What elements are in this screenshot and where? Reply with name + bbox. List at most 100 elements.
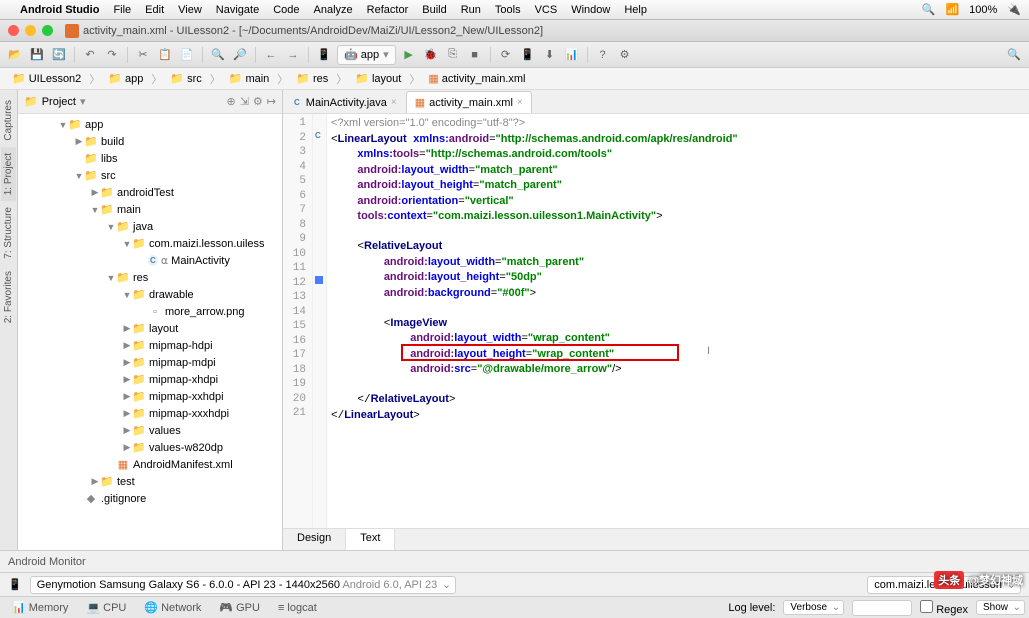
run-config-selector[interactable]: 🤖 app ▾ [337, 45, 396, 65]
tree-mipmap-mdpi[interactable]: ▶📁mipmap-mdpi [18, 354, 282, 371]
panel-title[interactable]: 📁Project▾ [24, 95, 226, 108]
tree-mipmap-hdpi[interactable]: ▶📁mipmap-hdpi [18, 337, 282, 354]
menu-code[interactable]: Code [273, 4, 299, 16]
tab-cpu[interactable]: 💻CPU [78, 599, 134, 616]
tree-manifest[interactable]: ▦AndroidManifest.xml [18, 456, 282, 473]
menu-run[interactable]: Run [461, 4, 481, 16]
menu-tools[interactable]: Tools [495, 4, 521, 16]
search-icon[interactable]: 🔍 [922, 3, 936, 16]
avd-manager-icon[interactable]: 📱 [519, 46, 537, 64]
menu-file[interactable]: File [113, 4, 131, 16]
crumb-layout[interactable]: 📁layout [349, 72, 407, 85]
debug-button[interactable]: 🐞 [422, 46, 440, 64]
tree-values[interactable]: ▶📁values [18, 422, 282, 439]
wifi-icon[interactable]: 📶 [945, 3, 959, 16]
crumb-main[interactable]: 📁main [223, 72, 276, 85]
close-icon[interactable]: × [391, 97, 397, 108]
tab-activity-main-xml[interactable]: ▦activity_main.xml× [406, 91, 532, 113]
settings-icon[interactable]: ⚙ [616, 46, 634, 64]
search-everywhere-icon[interactable]: 🔍 [1005, 46, 1023, 64]
close-icon[interactable]: × [517, 97, 523, 108]
menu-help[interactable]: Help [624, 4, 647, 16]
tree-drawable[interactable]: ▼📁drawable [18, 286, 282, 303]
hide-icon[interactable]: ↦ [267, 95, 276, 108]
stop-icon[interactable]: ■ [466, 46, 484, 64]
paste-icon[interactable]: 📄 [178, 46, 196, 64]
forward-icon[interactable]: → [284, 46, 302, 64]
ddms-icon[interactable]: 📊 [563, 46, 581, 64]
save-icon[interactable]: 💾 [28, 46, 46, 64]
tree-package[interactable]: ▼📁com.maizi.lesson.uiless [18, 235, 282, 252]
tab-captures[interactable]: Captures [1, 94, 16, 147]
regex-check[interactable]: Regex [920, 600, 968, 616]
open-icon[interactable]: 📂 [6, 46, 24, 64]
android-monitor-label[interactable]: Android Monitor [8, 556, 86, 568]
avd-icon[interactable]: 📱 [315, 46, 333, 64]
menu-build[interactable]: Build [422, 4, 446, 16]
text-tab[interactable]: Text [346, 529, 395, 550]
tree-mainactivity[interactable]: C ⍺ MainActivity [18, 252, 282, 269]
design-tab[interactable]: Design [283, 529, 346, 550]
tab-gpu[interactable]: 🎮GPU [211, 599, 268, 616]
tree-java[interactable]: ▼📁java [18, 218, 282, 235]
minimize-window[interactable] [25, 25, 36, 36]
tree-res[interactable]: ▼📁res [18, 269, 282, 286]
tree-main[interactable]: ▼📁main [18, 201, 282, 218]
zoom-window[interactable] [42, 25, 53, 36]
tree-mipmap-xxxhdpi[interactable]: ▶📁mipmap-xxxhdpi [18, 405, 282, 422]
menu-analyze[interactable]: Analyze [314, 4, 353, 16]
crumb-file[interactable]: ▦activity_main.xml [422, 72, 531, 85]
tree-gitignore[interactable]: ◆.gitignore [18, 490, 282, 507]
tree-layout[interactable]: ▶📁layout [18, 320, 282, 337]
help-icon[interactable]: ? [594, 46, 612, 64]
sync-icon[interactable]: 🔄 [50, 46, 68, 64]
replace-icon[interactable]: 🔎 [231, 46, 249, 64]
redo-icon[interactable]: ↷ [103, 46, 121, 64]
show-select[interactable]: Show [976, 600, 1025, 615]
tree-src[interactable]: ▼📁src [18, 167, 282, 184]
back-icon[interactable]: ← [262, 46, 280, 64]
crumb-project[interactable]: 📁UILesson2 [6, 72, 87, 85]
menu-navigate[interactable]: Navigate [216, 4, 259, 16]
tree-test[interactable]: ▶📁test [18, 473, 282, 490]
copy-icon[interactable]: 📋 [156, 46, 174, 64]
code-editor[interactable]: 123456789101112131415161718192021 C <?xm… [283, 114, 1029, 528]
menu-edit[interactable]: Edit [145, 4, 164, 16]
tab-memory[interactable]: 📊Memory [4, 599, 76, 616]
tab-favorites[interactable]: 2: Favorites [1, 265, 16, 329]
tab-structure[interactable]: 7: Structure [1, 201, 16, 265]
crumb-src[interactable]: 📁src [164, 72, 207, 85]
menu-window[interactable]: Window [571, 4, 610, 16]
menu-view[interactable]: View [178, 4, 202, 16]
run-button[interactable]: ▶ [400, 46, 418, 64]
tree-values-w820[interactable]: ▶📁values-w820dp [18, 439, 282, 456]
app-name[interactable]: Android Studio [20, 4, 99, 16]
log-level-select[interactable]: Verbose [783, 600, 844, 615]
cut-icon[interactable]: ✂ [134, 46, 152, 64]
find-icon[interactable]: 🔍 [209, 46, 227, 64]
menu-refactor[interactable]: Refactor [367, 4, 409, 16]
sdk-manager-icon[interactable]: ⬇ [541, 46, 559, 64]
tab-logcat[interactable]: ≡logcat [270, 600, 325, 616]
tree-app[interactable]: ▼📁app [18, 116, 282, 133]
crumb-res[interactable]: 📁res [290, 72, 334, 85]
tab-mainactivity-java[interactable]: CMainActivity.java× [283, 91, 406, 113]
tree-build[interactable]: ▶📁build [18, 133, 282, 150]
tree-more-arrow[interactable]: ▫more_arrow.png [18, 303, 282, 320]
close-window[interactable] [8, 25, 19, 36]
collapse-icon[interactable]: ⇲ [240, 95, 249, 108]
tree-androidtest[interactable]: ▶📁androidTest [18, 184, 282, 201]
gear-icon[interactable]: ⚙ [253, 95, 263, 108]
undo-icon[interactable]: ↶ [81, 46, 99, 64]
code-text[interactable]: <?xml version="1.0" encoding="utf-8"?> <… [327, 114, 1029, 528]
log-filter-input[interactable] [852, 600, 912, 616]
tab-network[interactable]: 🌐Network [136, 599, 209, 616]
project-tree[interactable]: ▼📁app ▶📁build 📁libs ▼📁src ▶📁androidTest … [18, 114, 282, 550]
scroll-from-source-icon[interactable]: ⊕ [226, 95, 235, 108]
tree-mipmap-xhdpi[interactable]: ▶📁mipmap-xhdpi [18, 371, 282, 388]
attach-icon[interactable]: ⎘ [444, 46, 462, 64]
device-selector[interactable]: Genymotion Samsung Galaxy S6 - 6.0.0 - A… [30, 576, 457, 594]
sync-gradle-icon[interactable]: ⟳ [497, 46, 515, 64]
tree-libs[interactable]: 📁libs [18, 150, 282, 167]
tab-project[interactable]: 1: Project [1, 147, 16, 201]
